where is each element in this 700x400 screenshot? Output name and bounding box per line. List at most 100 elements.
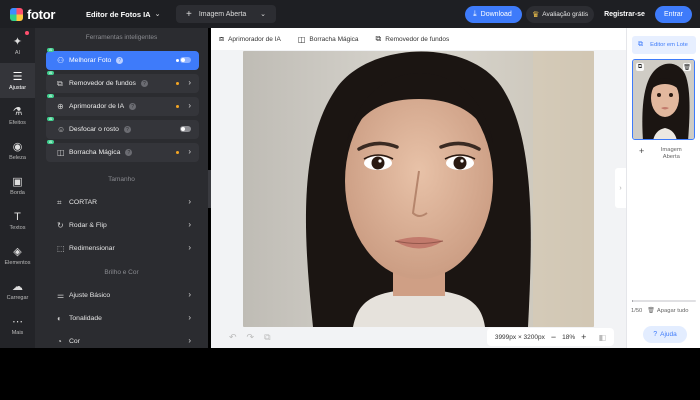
- rail-item-more[interactable]: ⋯ Mais: [0, 308, 35, 343]
- cloud-upload-icon: ☁: [12, 281, 23, 293]
- portrait-photo[interactable]: [243, 51, 594, 327]
- rail-item-frame[interactable]: ▣ Borda: [0, 168, 35, 203]
- quick-background-remover-button[interactable]: ⧉ Removedor de fundos: [376, 34, 450, 44]
- section-title-ai: Ferramentas inteligentes: [85, 34, 158, 41]
- quick-ai-enhancer-button[interactable]: ⧈ Aprimorador de IA: [219, 34, 281, 44]
- tool-magic-eraser[interactable]: AI ◫ Borracha Mágica ? ›: [46, 140, 199, 162]
- notification-dot: [25, 31, 29, 35]
- chevron-down-icon: ⌄: [260, 11, 266, 18]
- quick-magic-eraser-button[interactable]: ◫ Borracha Mágica: [298, 35, 359, 44]
- undo-icon[interactable]: ↶: [229, 332, 237, 343]
- rail-item-adjust[interactable]: ☰ Ajustar: [0, 63, 35, 98]
- delete-icon[interactable]: 🗑: [683, 63, 691, 71]
- login-button[interactable]: Entrar: [654, 5, 692, 23]
- tool-resize[interactable]: ⬚ Redimensionar ›: [46, 239, 199, 258]
- ai-badge: AI: [47, 117, 55, 121]
- rail-item-label: Carregar: [6, 295, 29, 301]
- fotor-logo-icon: [10, 7, 23, 21]
- help-icon[interactable]: ?: [129, 103, 137, 110]
- enhance-toggle[interactable]: [180, 57, 191, 63]
- tool-ai-enhancer[interactable]: AI ⊕ Aprimorador de IA ? ›: [46, 94, 199, 116]
- redo-icon[interactable]: ↷: [247, 332, 255, 343]
- tool-basic-adjust[interactable]: ⚌ Ajuste Básico ›: [46, 286, 199, 305]
- chevron-right-icon: ›: [188, 243, 191, 252]
- tool-crop[interactable]: ⌗ CORTAR ›: [46, 193, 199, 212]
- left-rail: ✦ AI ☰ Ajustar ⚗ Efeitos ◉ Beleza ▣ Bord…: [0, 28, 35, 348]
- flask-icon: ⚗: [12, 106, 23, 118]
- rail-item-elements[interactable]: ◈ Elementos: [0, 238, 35, 273]
- quick-tool-label: Aprimorador de IA: [228, 35, 281, 43]
- chevron-right-icon: ›: [188, 197, 191, 206]
- quick-tool-label: Borracha Mágica: [309, 35, 359, 43]
- ai-enhancer-icon: ⊕: [57, 102, 64, 111]
- zoom-bar: 3999px × 3200px − 18% + ◧: [486, 328, 614, 346]
- rail-item-label: Elementos: [4, 260, 31, 266]
- tool-color[interactable]: ◔ Cor ›: [46, 332, 199, 348]
- collapse-right-panel-button[interactable]: ›: [615, 168, 626, 208]
- chevron-right-icon: ›: [188, 290, 191, 299]
- quick-tool-label: Removedor de fundos: [385, 35, 450, 43]
- tool-label: Rodar & Flip: [69, 222, 107, 229]
- free-trial-button[interactable]: ♛ Avaliação grátis: [526, 5, 595, 23]
- free-trial-label: Avaliação grátis: [542, 10, 589, 18]
- plus-icon: +: [186, 8, 192, 20]
- open-image-button[interactable]: + Imagem Aberta ⌄: [176, 5, 276, 23]
- fotor-logo[interactable]: fotor: [10, 7, 74, 22]
- tool-rotate-flip[interactable]: ↻ Rodar & Flip ›: [46, 216, 199, 235]
- help-icon[interactable]: ?: [140, 80, 148, 87]
- canvas-bottom-bar: ↶ ↷ ⧉ 3999px × 3200px − 18% + ◧: [211, 327, 626, 348]
- help-icon[interactable]: ?: [125, 149, 133, 156]
- image-dimensions: 3999px × 3200px: [494, 333, 545, 341]
- app-selector-label: Editor de Fotos IA: [86, 9, 151, 19]
- rail-item-effects[interactable]: ⚗ Efeitos: [0, 98, 35, 133]
- tool-label: Melhorar Foto: [69, 57, 112, 64]
- blur-face-toggle[interactable]: [180, 126, 191, 132]
- download-icon: ⤓: [473, 9, 477, 18]
- login-label: Entrar: [663, 10, 683, 18]
- app-selector[interactable]: Editor de Fotos IA ⌄: [86, 10, 166, 19]
- crop-icon: ⌗: [57, 197, 62, 207]
- tool-enhance-photo[interactable]: AI ⚇ Melhorar Foto ?: [46, 48, 199, 70]
- adjust-icon: ⚌: [57, 291, 65, 300]
- chevron-right-icon: ›: [188, 336, 191, 345]
- premium-dot: [176, 105, 179, 108]
- add-image-button[interactable]: + Imagem Aberta: [639, 147, 689, 160]
- canvas-area: ⧈ Aprimorador de IA ◫ Borracha Mágica ⧉ …: [211, 28, 626, 348]
- chevron-down-icon: ⌄: [154, 11, 161, 18]
- rail-item-label: Borda: [10, 190, 25, 196]
- rail-item-label: Textos: [9, 224, 26, 231]
- tool-label: Aprimorador de IA: [69, 103, 125, 110]
- zoom-level: 18%: [562, 333, 576, 341]
- zoom-out-button[interactable]: −: [551, 332, 556, 342]
- premium-dot: [176, 151, 179, 154]
- compare-icon[interactable]: ◧: [598, 333, 606, 342]
- rail-item-beauty[interactable]: ◉ Beleza: [0, 133, 35, 168]
- batch-editor-button[interactable]: ⧉ Editor em Lote: [632, 36, 696, 54]
- tool-background-remover[interactable]: AI ⧉ Removedor de fundos ? ›: [46, 71, 199, 93]
- top-bar: fotor Editor de Fotos IA ⌄ + Imagem Aber…: [0, 0, 700, 28]
- register-link[interactable]: Registrar-se: [604, 11, 645, 18]
- clear-all-link[interactable]: Apagar tudo: [657, 308, 689, 314]
- background-remover-icon: ⧉: [57, 78, 63, 88]
- history-icon[interactable]: ⧉: [264, 332, 270, 343]
- rail-item-text[interactable]: T Textos: [0, 203, 35, 238]
- ai-enhancer-icon: ⧈: [219, 34, 225, 43]
- image-count-row: 1/50 🗑 Apagar tudo: [631, 307, 689, 315]
- tool-tone[interactable]: ◐ Tonalidade ›: [46, 309, 199, 328]
- layers-icon[interactable]: ⧉: [636, 63, 644, 71]
- canvas-toolbar: ⧈ Aprimorador de IA ◫ Borracha Mágica ⧉ …: [211, 28, 626, 50]
- image-thumbnail[interactable]: ⧉ 🗑: [632, 59, 695, 140]
- download-button[interactable]: ⤓ Download: [465, 5, 523, 23]
- rail-item-ai[interactable]: ✦ AI: [0, 28, 35, 63]
- chevron-right-icon: ›: [188, 101, 191, 110]
- rotate-icon: ↻: [57, 221, 64, 230]
- tool-blur-face[interactable]: AI ☺ Desfocar o rosto ?: [46, 117, 199, 139]
- trash-icon: 🗑: [647, 308, 655, 314]
- help-button[interactable]: ? Ajuda: [643, 326, 687, 343]
- rail-item-upload[interactable]: ☁ Carregar: [0, 273, 35, 308]
- help-icon[interactable]: ?: [123, 126, 131, 133]
- zoom-in-button[interactable]: +: [581, 332, 586, 342]
- help-icon[interactable]: ?: [116, 57, 124, 64]
- download-label: Download: [480, 10, 512, 18]
- chevron-right-icon: ›: [619, 184, 622, 192]
